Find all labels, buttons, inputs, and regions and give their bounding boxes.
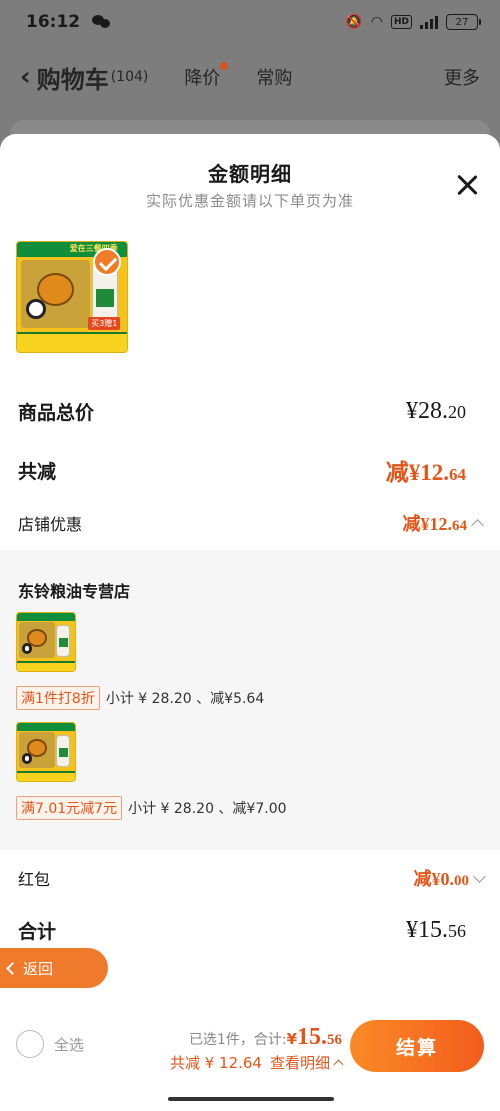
select-all[interactable]: 全选 <box>16 1030 84 1058</box>
select-all-radio[interactable] <box>16 1030 44 1058</box>
wifi-icon: ◠ <box>370 14 383 30</box>
total-price-label: 商品总价 <box>18 402 95 424</box>
caret-down-icon <box>473 869 486 883</box>
view-detail-link[interactable]: 共减 ¥ 12.64 查看明细 <box>169 1052 344 1073</box>
checkmark-icon[interactable] <box>93 248 121 276</box>
discount-value: 减¥12.64 <box>385 460 466 485</box>
back-chevron-icon[interactable]: ‹ <box>20 62 31 92</box>
close-icon[interactable] <box>456 174 478 196</box>
back-chevron-icon <box>6 961 19 975</box>
red-packet-value: 减¥0.00 <box>413 869 470 889</box>
battery-icon: 27 <box>446 14 481 30</box>
sheet-subtitle: 实际优惠金额请以下单页为准 <box>145 192 354 210</box>
promo-line: 满1件打8折 小计 ¥ 28.20 、减¥5.64 <box>16 686 264 710</box>
selected-text: 已选1件，合计: <box>188 1032 287 1048</box>
shop-discount-value: 减¥12.64 <box>402 514 468 534</box>
status-time: 16:12 <box>26 12 81 32</box>
cart-title: 购物车 <box>36 65 109 94</box>
notification-dot <box>220 62 229 70</box>
more-button[interactable]: 更多 <box>444 64 480 90</box>
item-thumbnail <box>16 612 76 672</box>
total-price-value: ¥28.20 <box>406 398 466 424</box>
caret-up-icon <box>471 518 484 532</box>
product-thumbnail[interactable]: 爱在三餐四季 买3赠1 <box>16 241 128 353</box>
caret-up-icon <box>333 1059 344 1070</box>
return-button-label: 返回 <box>23 959 54 978</box>
shop-discount-label: 店铺优惠 <box>18 515 83 534</box>
discount-row: 共减 减¥12.64 <box>18 453 466 487</box>
tab-frequent[interactable]: 常购 <box>256 64 292 90</box>
promo-tag: 满1件打8折 <box>16 686 100 710</box>
total-amount: 15.56 <box>297 1024 342 1050</box>
cart-count: (104) <box>110 69 149 85</box>
shop-discount-panel: 东铃粮油专营店 满1件打8折 小计 ¥ 28.20 、减¥5.64 满7.01元… <box>0 550 500 850</box>
select-all-label: 全选 <box>54 1035 85 1054</box>
shop-name: 东铃粮油专营店 <box>18 582 131 601</box>
mute-icon: 🔕 <box>345 14 363 30</box>
sum-label: 合计 <box>18 921 57 943</box>
discount-label: 共减 <box>18 460 57 483</box>
shop-discount-row[interactable]: 店铺优惠 减¥12.64 <box>18 510 484 536</box>
cart-header: ‹ 购物车 (104) 降价 常购 更多 <box>0 52 500 102</box>
thumbnail-badge: 买3赠1 <box>88 317 121 330</box>
selected-summary: 已选1件，合计: ¥ 15.56 <box>189 1024 342 1051</box>
view-detail-label: 查看明细 <box>269 1054 330 1072</box>
promo-tag: 满7.01元减7元 <box>16 796 123 820</box>
red-packet-label: 红包 <box>18 870 51 889</box>
red-packet-row[interactable]: 红包 减¥0.00 <box>18 865 486 891</box>
sum-row: 合计 ¥15.56 <box>18 917 466 944</box>
checkout-bar: 全选 已选1件，合计: ¥ 15.56 共减 ¥ 12.64 查看明细 结算 <box>0 1000 500 1111</box>
signal-icon <box>420 15 438 29</box>
item-thumbnail <box>16 722 76 782</box>
total-price-row: 商品总价 ¥28.20 <box>18 398 466 425</box>
promo-subtotal: 小计 ¥ 28.20 、减¥5.64 <box>105 691 265 707</box>
home-indicator[interactable] <box>168 1097 334 1101</box>
promo-line: 满7.01元减7元 小计 ¥ 28.20 、减¥7.00 <box>16 796 287 820</box>
sum-value: ¥15.56 <box>406 917 466 943</box>
wechat-icon <box>92 15 111 29</box>
total-yen: ¥ <box>286 1030 297 1048</box>
promo-subtotal: 小计 ¥ 28.20 、减¥7.00 <box>128 801 287 817</box>
status-bar: 16:12 🔕 ◠ HD 27 <box>0 0 500 44</box>
sheet-title: 金额明细 <box>208 162 292 186</box>
tab-price-drop-label: 降价 <box>184 68 221 89</box>
tab-price-drop[interactable]: 降价 <box>184 62 229 90</box>
hd-badge: HD <box>390 15 412 29</box>
total-discount-text: 共减 ¥ 12.64 <box>169 1054 262 1072</box>
return-button[interactable]: 返回 <box>0 948 108 988</box>
checkout-button[interactable]: 结算 <box>350 1020 484 1072</box>
status-icons: 🔕 ◠ HD 27 <box>345 14 481 30</box>
